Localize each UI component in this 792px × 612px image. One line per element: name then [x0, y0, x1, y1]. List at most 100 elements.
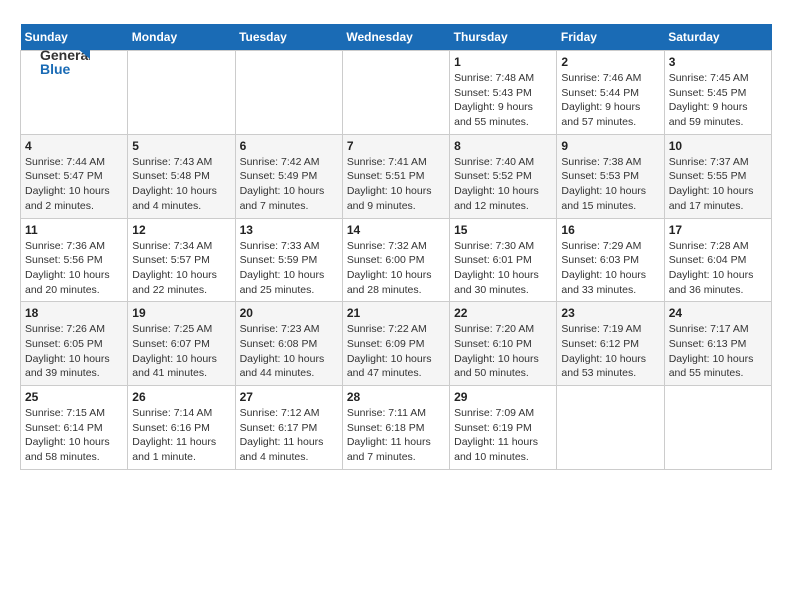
week-row-3: 11 Sunrise: 7:36 AMSunset: 5:56 PMDayligh…: [21, 218, 772, 302]
day-number: 23: [561, 306, 659, 320]
day-number: 25: [25, 390, 123, 404]
day-number: 19: [132, 306, 230, 320]
weekday-header-tuesday: Tuesday: [235, 24, 342, 51]
calendar-cell: 1 Sunrise: 7:48 AMSunset: 5:43 PMDaylight…: [450, 51, 557, 135]
day-info: Sunrise: 7:25 AMSunset: 6:07 PMDaylight:…: [132, 322, 230, 381]
day-info: Sunrise: 7:42 AMSunset: 5:49 PMDaylight:…: [240, 155, 338, 214]
day-number: 14: [347, 223, 445, 237]
day-info: Sunrise: 7:17 AMSunset: 6:13 PMDaylight:…: [669, 322, 767, 381]
day-number: 20: [240, 306, 338, 320]
day-number: 2: [561, 55, 659, 69]
week-row-1: 1 Sunrise: 7:48 AMSunset: 5:43 PMDaylight…: [21, 51, 772, 135]
day-info: Sunrise: 7:30 AMSunset: 6:01 PMDaylight:…: [454, 239, 552, 298]
calendar-cell: 3 Sunrise: 7:45 AMSunset: 5:45 PMDaylight…: [664, 51, 771, 135]
day-info: Sunrise: 7:46 AMSunset: 5:44 PMDaylight:…: [561, 71, 659, 130]
day-info: Sunrise: 7:28 AMSunset: 6:04 PMDaylight:…: [669, 239, 767, 298]
weekday-header-row: SundayMondayTuesdayWednesdayThursdayFrid…: [21, 24, 772, 51]
day-info: Sunrise: 7:09 AMSunset: 6:19 PMDaylight:…: [454, 406, 552, 465]
calendar-cell: [664, 386, 771, 470]
calendar-cell: 6 Sunrise: 7:42 AMSunset: 5:49 PMDaylight…: [235, 134, 342, 218]
svg-text:Blue: Blue: [40, 61, 71, 77]
week-row-2: 4 Sunrise: 7:44 AMSunset: 5:47 PMDaylight…: [21, 134, 772, 218]
day-info: Sunrise: 7:45 AMSunset: 5:45 PMDaylight:…: [669, 71, 767, 130]
calendar-cell: 19 Sunrise: 7:25 AMSunset: 6:07 PMDayligh…: [128, 302, 235, 386]
weekday-header-wednesday: Wednesday: [342, 24, 449, 51]
week-row-5: 25 Sunrise: 7:15 AMSunset: 6:14 PMDayligh…: [21, 386, 772, 470]
day-info: Sunrise: 7:20 AMSunset: 6:10 PMDaylight:…: [454, 322, 552, 381]
weekday-header-thursday: Thursday: [450, 24, 557, 51]
day-number: 12: [132, 223, 230, 237]
day-number: 6: [240, 139, 338, 153]
day-number: 26: [132, 390, 230, 404]
calendar-cell: 13 Sunrise: 7:33 AMSunset: 5:59 PMDayligh…: [235, 218, 342, 302]
day-info: Sunrise: 7:29 AMSunset: 6:03 PMDaylight:…: [561, 239, 659, 298]
day-number: 28: [347, 390, 445, 404]
day-info: Sunrise: 7:38 AMSunset: 5:53 PMDaylight:…: [561, 155, 659, 214]
day-number: 22: [454, 306, 552, 320]
calendar-cell: 7 Sunrise: 7:41 AMSunset: 5:51 PMDaylight…: [342, 134, 449, 218]
calendar-cell: 22 Sunrise: 7:20 AMSunset: 6:10 PMDayligh…: [450, 302, 557, 386]
day-info: Sunrise: 7:19 AMSunset: 6:12 PMDaylight:…: [561, 322, 659, 381]
calendar-cell: 9 Sunrise: 7:38 AMSunset: 5:53 PMDaylight…: [557, 134, 664, 218]
day-info: Sunrise: 7:37 AMSunset: 5:55 PMDaylight:…: [669, 155, 767, 214]
day-info: Sunrise: 7:48 AMSunset: 5:43 PMDaylight:…: [454, 71, 552, 130]
calendar-cell: 24 Sunrise: 7:17 AMSunset: 6:13 PMDayligh…: [664, 302, 771, 386]
calendar-cell: 5 Sunrise: 7:43 AMSunset: 5:48 PMDaylight…: [128, 134, 235, 218]
calendar-cell: 2 Sunrise: 7:46 AMSunset: 5:44 PMDaylight…: [557, 51, 664, 135]
day-info: Sunrise: 7:41 AMSunset: 5:51 PMDaylight:…: [347, 155, 445, 214]
weekday-header-friday: Friday: [557, 24, 664, 51]
day-info: Sunrise: 7:33 AMSunset: 5:59 PMDaylight:…: [240, 239, 338, 298]
calendar-cell: 12 Sunrise: 7:34 AMSunset: 5:57 PMDayligh…: [128, 218, 235, 302]
calendar-cell: 15 Sunrise: 7:30 AMSunset: 6:01 PMDayligh…: [450, 218, 557, 302]
calendar-cell: 27 Sunrise: 7:12 AMSunset: 6:17 PMDayligh…: [235, 386, 342, 470]
day-number: 11: [25, 223, 123, 237]
calendar-cell: 26Sunrise: 7:14 AMSunset: 6:16 PMDayligh…: [128, 386, 235, 470]
calendar-cell: [235, 51, 342, 135]
day-number: 15: [454, 223, 552, 237]
day-number: 27: [240, 390, 338, 404]
day-info: Sunrise: 7:44 AMSunset: 5:47 PMDaylight:…: [25, 155, 123, 214]
day-number: 10: [669, 139, 767, 153]
day-info: Sunrise: 7:26 AMSunset: 6:05 PMDaylight:…: [25, 322, 123, 381]
calendar-cell: 16 Sunrise: 7:29 AMSunset: 6:03 PMDayligh…: [557, 218, 664, 302]
calendar-cell: 17 Sunrise: 7:28 AMSunset: 6:04 PMDayligh…: [664, 218, 771, 302]
calendar-cell: 29 Sunrise: 7:09 AMSunset: 6:19 PMDayligh…: [450, 386, 557, 470]
day-info: Sunrise: 7:32 AMSunset: 6:00 PMDaylight:…: [347, 239, 445, 298]
day-number: 29: [454, 390, 552, 404]
day-number: 16: [561, 223, 659, 237]
day-info: Sunrise: 7:15 AMSunset: 6:14 PMDaylight:…: [25, 406, 123, 465]
calendar-cell: 25 Sunrise: 7:15 AMSunset: 6:14 PMDayligh…: [21, 386, 128, 470]
day-number: 5: [132, 139, 230, 153]
day-number: 9: [561, 139, 659, 153]
calendar-cell: 28 Sunrise: 7:11 AMSunset: 6:18 PMDayligh…: [342, 386, 449, 470]
day-number: 3: [669, 55, 767, 69]
day-info: Sunrise: 7:36 AMSunset: 5:56 PMDaylight:…: [25, 239, 123, 298]
day-number: 13: [240, 223, 338, 237]
calendar-cell: 20 Sunrise: 7:23 AMSunset: 6:08 PMDayligh…: [235, 302, 342, 386]
calendar-cell: 23 Sunrise: 7:19 AMSunset: 6:12 PMDayligh…: [557, 302, 664, 386]
day-number: 18: [25, 306, 123, 320]
day-info: Sunrise: 7:34 AMSunset: 5:57 PMDaylight:…: [132, 239, 230, 298]
day-info: Sunrise: 7:23 AMSunset: 6:08 PMDaylight:…: [240, 322, 338, 381]
calendar-table: SundayMondayTuesdayWednesdayThursdayFrid…: [20, 24, 772, 470]
day-number: 21: [347, 306, 445, 320]
day-number: 7: [347, 139, 445, 153]
day-info: Sunrise: 7:43 AMSunset: 5:48 PMDaylight:…: [132, 155, 230, 214]
day-number: 24: [669, 306, 767, 320]
day-info: Sunrise: 7:12 AMSunset: 6:17 PMDaylight:…: [240, 406, 338, 465]
day-number: 8: [454, 139, 552, 153]
calendar-cell: 4 Sunrise: 7:44 AMSunset: 5:47 PMDaylight…: [21, 134, 128, 218]
day-number: 17: [669, 223, 767, 237]
day-number: 4: [25, 139, 123, 153]
calendar-cell: 21Sunrise: 7:22 AMSunset: 6:09 PMDayligh…: [342, 302, 449, 386]
logo: General Blue: [40, 44, 90, 79]
weekday-header-saturday: Saturday: [664, 24, 771, 51]
calendar-cell: 14 Sunrise: 7:32 AMSunset: 6:00 PMDayligh…: [342, 218, 449, 302]
calendar-cell: 11 Sunrise: 7:36 AMSunset: 5:56 PMDayligh…: [21, 218, 128, 302]
calendar-cell: [342, 51, 449, 135]
calendar-cell: [128, 51, 235, 135]
day-info: Sunrise: 7:11 AMSunset: 6:18 PMDaylight:…: [347, 406, 445, 465]
day-number: 1: [454, 55, 552, 69]
day-info: Sunrise: 7:40 AMSunset: 5:52 PMDaylight:…: [454, 155, 552, 214]
calendar-cell: [557, 386, 664, 470]
